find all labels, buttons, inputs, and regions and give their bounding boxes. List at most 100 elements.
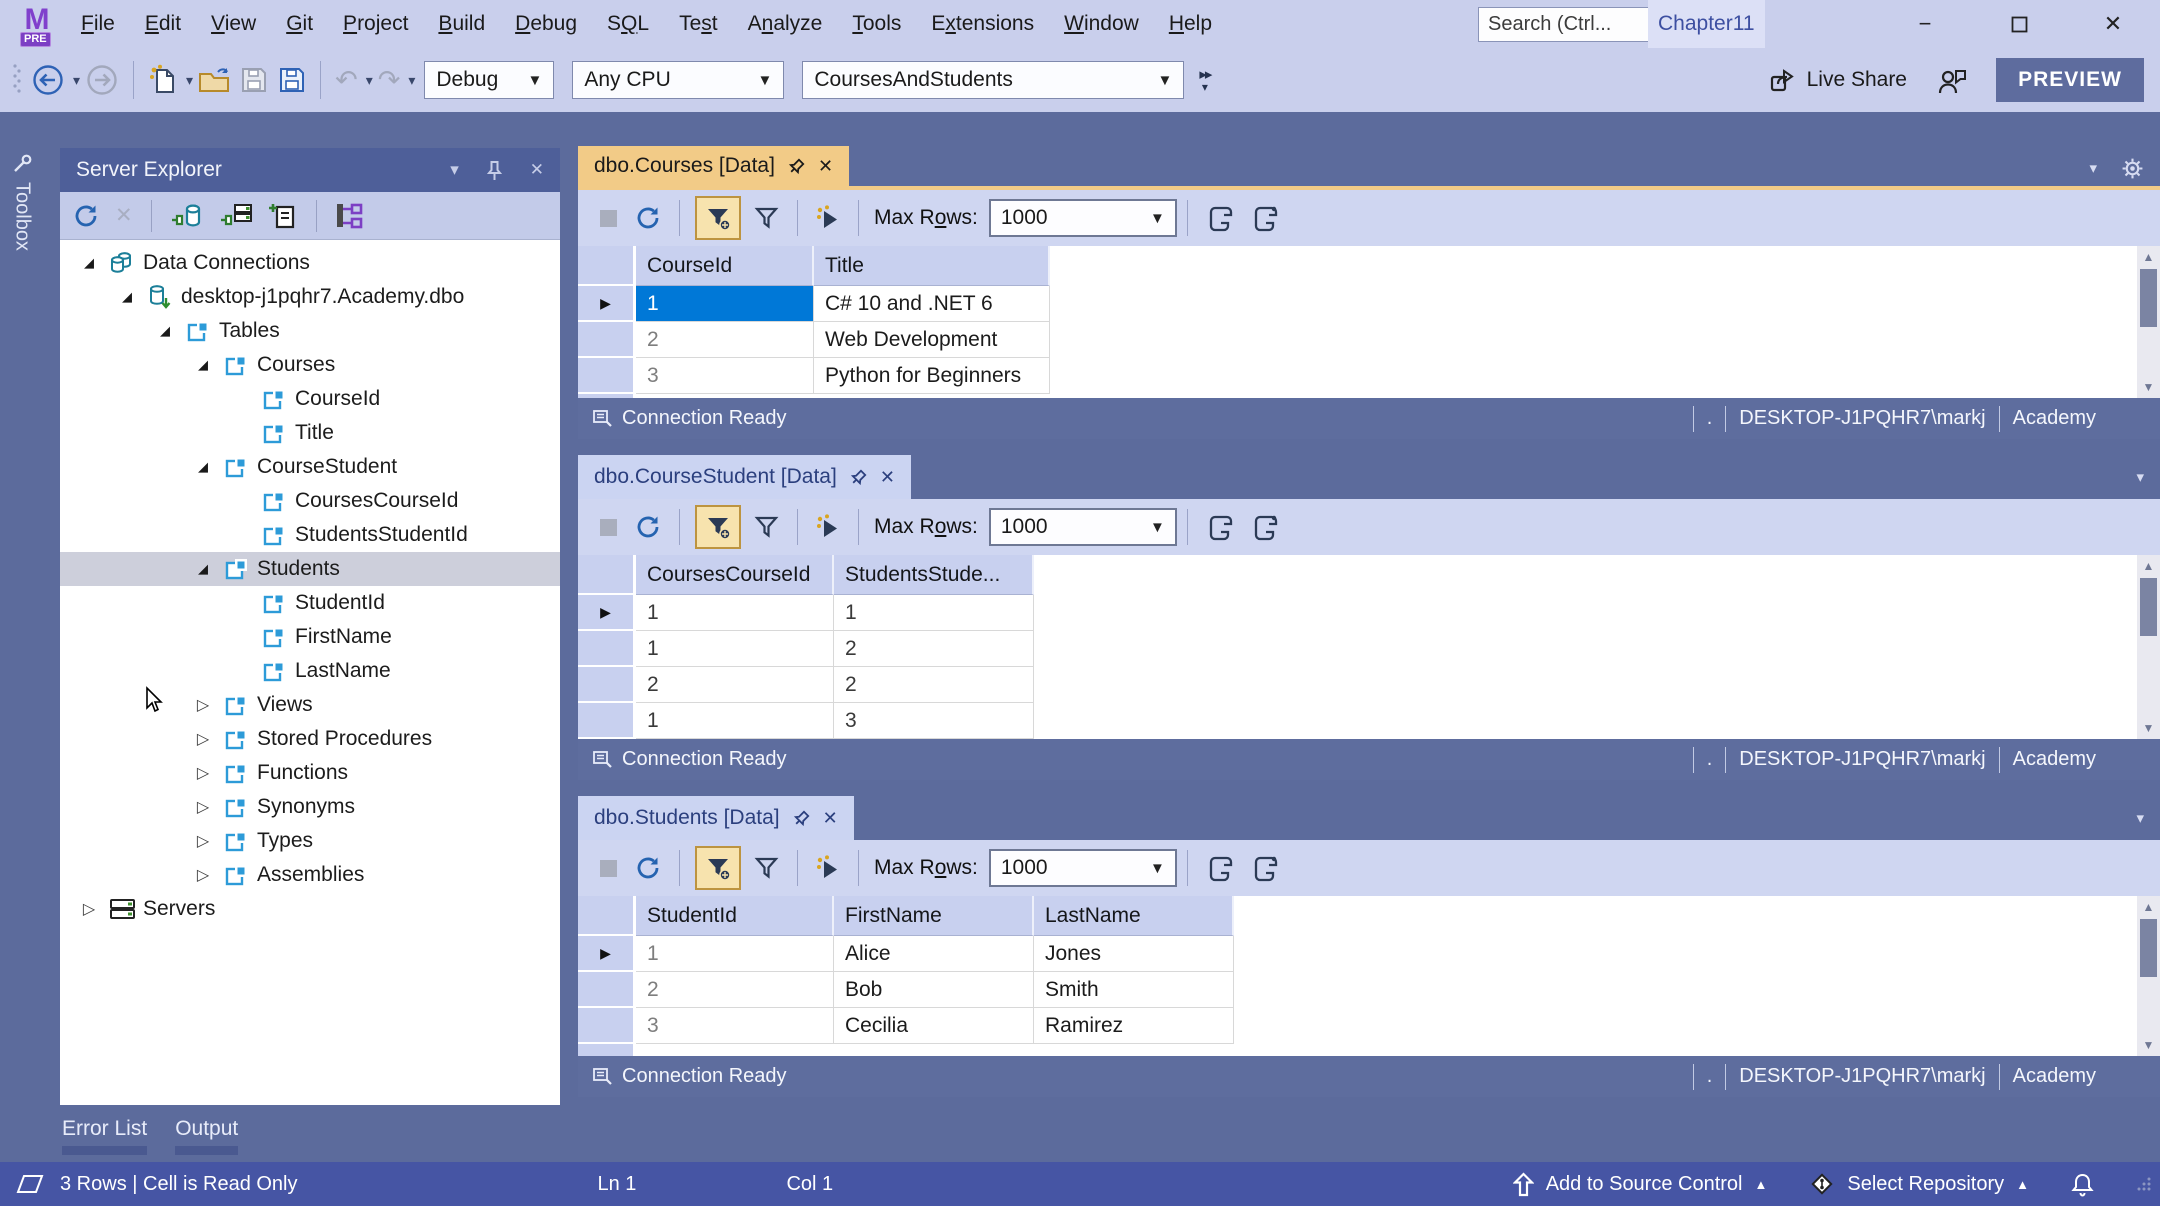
scrollbar-thumb[interactable] — [2140, 919, 2157, 977]
filter-toggle-button[interactable] — [695, 846, 741, 890]
menu-item-tools[interactable]: Tools — [837, 0, 916, 48]
scroll-down-icon[interactable]: ▼ — [2143, 717, 2155, 739]
feedback-icon[interactable] — [1937, 67, 1966, 94]
max-rows-select[interactable]: 1000 ▼ — [989, 508, 1177, 546]
row-selector[interactable] — [578, 703, 636, 739]
row-selector[interactable] — [578, 667, 636, 703]
tree-item-assemblies[interactable]: ▷Assemblies — [60, 858, 560, 892]
solution-platform-select[interactable]: Any CPU▼ — [572, 61, 784, 99]
menu-item-file[interactable]: File — [66, 0, 130, 48]
redo-dropdown-icon[interactable]: ▾ — [408, 72, 415, 89]
expander-expanded-icon[interactable]: ◢ — [72, 255, 106, 271]
grid-cell[interactable]: 1 — [636, 286, 814, 322]
scrollbar-thumb[interactable] — [2140, 269, 2157, 327]
row-selector[interactable] — [578, 358, 636, 394]
document-tab[interactable]: dbo.CourseStudent [Data] ✕ — [578, 455, 911, 499]
tab-close-icon[interactable]: ✕ — [818, 156, 833, 177]
save-all-button[interactable] — [278, 66, 306, 94]
tab-group-gear-icon[interactable] — [2121, 157, 2144, 180]
expander-expanded-icon[interactable]: ◢ — [148, 323, 182, 339]
tree-item-stored-procedures[interactable]: ▷Stored Procedures — [60, 722, 560, 756]
column-header-studentid[interactable]: StudentId — [636, 896, 834, 936]
scroll-up-icon[interactable]: ▲ — [2143, 555, 2155, 577]
tree-item-firstname[interactable]: FirstName — [60, 620, 560, 654]
stop-icon[interactable] — [600, 519, 617, 536]
column-header-title[interactable]: Title — [814, 246, 1050, 286]
script-changes-icon[interactable] — [815, 854, 841, 882]
tab-close-icon[interactable]: ✕ — [823, 808, 838, 829]
remove-filter-icon[interactable] — [753, 205, 780, 232]
navigate-forward-button[interactable] — [85, 63, 119, 97]
tab-list-chevron-icon[interactable]: ▾ — [2136, 468, 2144, 486]
menu-item-build[interactable]: Build — [423, 0, 500, 48]
tree-item-courseid[interactable]: CourseId — [60, 382, 560, 416]
startup-project-select[interactable]: CoursesAndStudents▼ — [802, 61, 1184, 99]
tree-item-data-connections[interactable]: ◢Data Connections — [60, 246, 560, 280]
menu-item-sql[interactable]: SQL — [592, 0, 664, 48]
menu-item-git[interactable]: Git — [271, 0, 328, 48]
vertical-scrollbar[interactable]: ▲ ▼ — [2137, 896, 2160, 1056]
preview-button[interactable]: PREVIEW — [1996, 58, 2144, 102]
menu-item-help[interactable]: Help — [1154, 0, 1227, 48]
scroll-up-icon[interactable]: ▲ — [2143, 896, 2155, 918]
tree-item-coursescourseid[interactable]: CoursesCourseId — [60, 484, 560, 518]
solution-configuration-select[interactable]: Debug▼ — [424, 61, 554, 99]
current-row-indicator[interactable]: ▶ — [578, 936, 636, 972]
refresh-icon[interactable] — [634, 204, 662, 232]
refresh-icon[interactable] — [634, 854, 662, 882]
new-project-dropdown-icon[interactable]: ▾ — [186, 72, 193, 89]
resize-grip-icon[interactable] — [2136, 1176, 2152, 1192]
vertical-scrollbar[interactable]: ▲ ▼ — [2137, 246, 2160, 398]
server-explorer-titlebar[interactable]: Server Explorer ▾ ✕ — [60, 148, 560, 192]
tree-item-lastname[interactable]: LastName — [60, 654, 560, 688]
close-button[interactable]: ✕ — [2066, 0, 2160, 48]
column-header-coursescourseid[interactable]: CoursesCourseId — [636, 555, 834, 595]
grid-cell[interactable]: Alice — [834, 936, 1034, 972]
script-changes-icon[interactable] — [815, 204, 841, 232]
grid-cell[interactable]: Cecilia — [834, 1008, 1034, 1044]
toolbox-tab[interactable]: Toolbox — [0, 154, 44, 251]
tree-item-servers[interactable]: ▷Servers — [60, 892, 560, 926]
undo-button[interactable]: ↶ — [335, 65, 358, 95]
grid-cell[interactable]: Ramirez — [1034, 1008, 1234, 1044]
script-to-file-icon[interactable] — [1250, 853, 1281, 884]
grid-cell[interactable]: 1 — [636, 595, 834, 631]
row-selector[interactable] — [578, 1044, 636, 1056]
grid-cell[interactable]: 1 — [636, 703, 834, 739]
tab-pin-icon[interactable] — [850, 469, 867, 486]
script-icon[interactable] — [1205, 853, 1236, 884]
vertical-scrollbar[interactable]: ▲ ▼ — [2137, 555, 2160, 739]
filter-toggle-button[interactable] — [695, 196, 741, 240]
expander-expanded-icon[interactable]: ◢ — [186, 459, 220, 475]
document-tab[interactable]: dbo.Students [Data] ✕ — [578, 796, 854, 840]
stop-icon[interactable] — [600, 860, 617, 877]
column-header-studentsstude-[interactable]: StudentsStude... — [834, 555, 1034, 595]
navigate-back-button[interactable] — [31, 63, 65, 97]
row-selector[interactable] — [578, 322, 636, 358]
tab-pin-icon[interactable] — [793, 810, 810, 827]
new-project-button[interactable] — [148, 64, 178, 96]
toolbar-grip-icon[interactable] — [13, 62, 21, 98]
expander-expanded-icon[interactable]: ◢ — [110, 289, 144, 305]
grid-cell[interactable]: Bob — [834, 972, 1034, 1008]
add-connection-icon[interactable] — [268, 201, 298, 231]
grid-cell[interactable]: 2 — [636, 667, 834, 703]
expander-collapsed-icon[interactable]: ▷ — [186, 695, 220, 715]
tree-item-title[interactable]: Title — [60, 416, 560, 450]
menu-item-debug[interactable]: Debug — [500, 0, 592, 48]
stop-icon[interactable] — [600, 210, 617, 227]
row-selector[interactable] — [578, 1008, 636, 1044]
select-all-corner[interactable] — [578, 555, 636, 595]
scroll-down-icon[interactable]: ▼ — [2143, 1034, 2155, 1056]
tab-list-chevron-icon[interactable]: ▾ — [2136, 809, 2144, 827]
grid-cell[interactable]: Smith — [1034, 972, 1234, 1008]
live-share-button[interactable]: Live Share — [1769, 68, 1907, 93]
hierarchy-view-icon[interactable] — [335, 202, 365, 229]
tab-list-chevron-icon[interactable]: ▾ — [2089, 159, 2097, 177]
expander-collapsed-icon[interactable]: ▷ — [72, 899, 106, 919]
grid-cell[interactable]: Python for Beginners — [814, 358, 1050, 394]
grid-cell[interactable]: 1 — [636, 936, 834, 972]
refresh-icon[interactable] — [634, 513, 662, 541]
tree-item-coursestudent[interactable]: ◢CourseStudent — [60, 450, 560, 484]
script-icon[interactable] — [1205, 203, 1236, 234]
